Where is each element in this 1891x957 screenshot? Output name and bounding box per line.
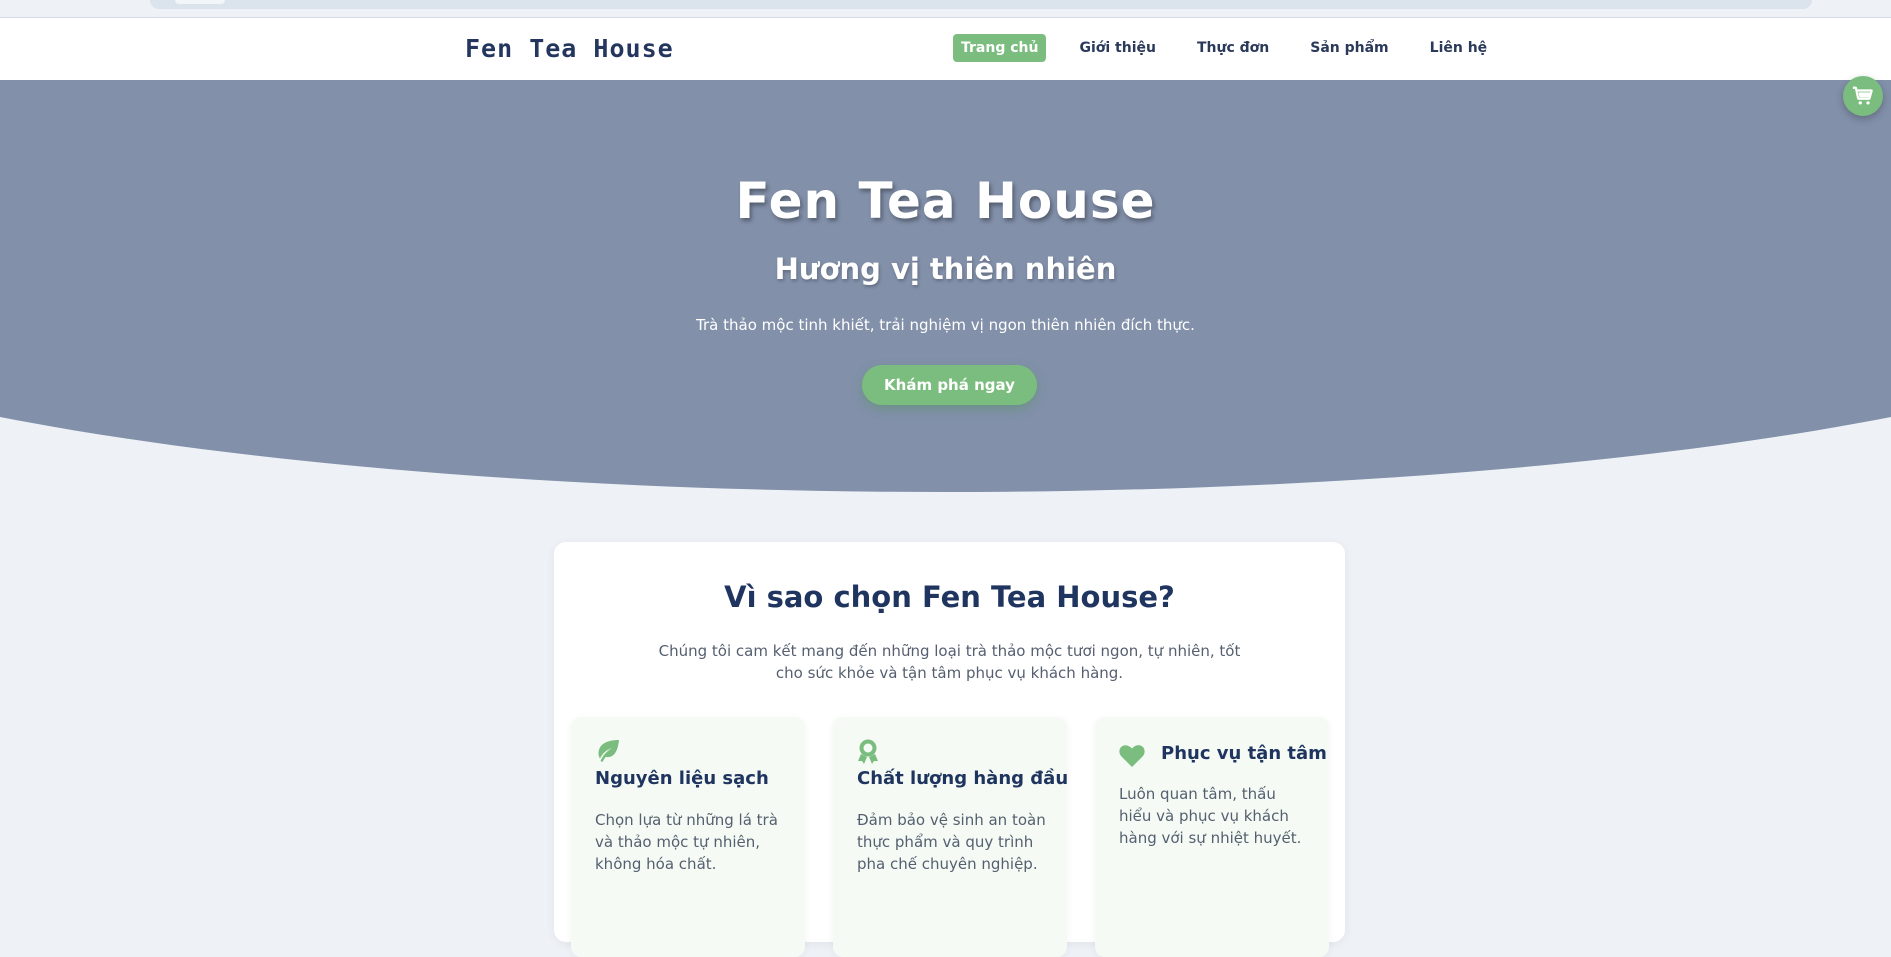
hero-background — [0, 80, 1891, 492]
feature-title: Chất lượng hàng đầu — [857, 768, 1069, 789]
feature-description: Luôn quan tâm, thấu hiểu và phục vụ khác… — [1119, 785, 1302, 847]
hero-description: Trà thảo mộc tinh khiết, trải nghiệm vị … — [696, 316, 1195, 334]
browser-search-strip — [0, 0, 1891, 18]
nav-item-menu[interactable]: Thực đơn — [1189, 34, 1277, 62]
award-icon — [857, 739, 879, 769]
heart-icon — [1119, 745, 1145, 772]
nav-item-products[interactable]: Sản phẩm — [1302, 34, 1396, 62]
leaf-icon — [595, 739, 621, 767]
hero-subtitle: Hương vị thiên nhiên — [774, 252, 1117, 286]
site-logo[interactable]: Fen Tea House — [465, 34, 674, 63]
feature-card-service: Phục vụ tận tâm Luôn quan tâm, thấu hiểu… — [1095, 717, 1329, 957]
search-bar[interactable] — [150, 0, 1812, 9]
nav-item-contact[interactable]: Liên hệ — [1422, 34, 1496, 62]
hero-title: Fen Tea House — [735, 172, 1156, 230]
feature-card-quality: Chất lượng hàng đầu Đảm bảo vệ sinh an t… — [833, 717, 1069, 957]
feature-title: Phục vụ tận tâm — [1161, 743, 1327, 764]
feature-title: Nguyên liệu sạch — [595, 768, 769, 789]
why-title: Vì sao chọn Fen Tea House? — [724, 580, 1175, 614]
explore-button[interactable]: Khám phá ngay — [862, 365, 1037, 405]
cart-icon — [1852, 86, 1873, 105]
hero-section: Fen Tea House Hương vị thiên nhiên Trà t… — [0, 80, 1891, 492]
feature-card-ingredients: Nguyên liệu sạch Chọn lựa từ những lá tr… — [571, 717, 805, 957]
feature-description: Chọn lựa từ những lá trà và thảo mộc tự … — [595, 811, 778, 873]
why-description: Chúng tôi cam kết mang đến những loại tr… — [658, 642, 1241, 682]
navbar: Fen Tea House Trang chủ Giới thiệu Thực … — [0, 18, 1891, 80]
why-choose-section: Vì sao chọn Fen Tea House? Chúng tôi cam… — [554, 542, 1345, 957]
nav-menu: Trang chủ Giới thiệu Thực đơn Sản phẩm L… — [953, 34, 1520, 62]
nav-item-about[interactable]: Giới thiệu — [1071, 34, 1164, 62]
nav-item-home[interactable]: Trang chủ — [953, 34, 1047, 62]
cart-button[interactable] — [1843, 76, 1883, 116]
search-bar-tab[interactable] — [175, 0, 225, 4]
feature-description: Đảm bảo vệ sinh an toàn thực phẩm và quy… — [857, 811, 1046, 873]
